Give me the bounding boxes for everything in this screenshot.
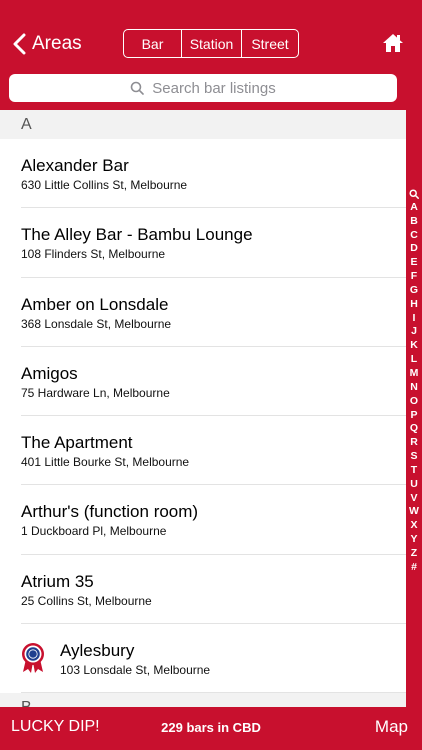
bar-name: Amber on Lonsdale — [21, 294, 169, 314]
index-letter[interactable]: M — [406, 367, 422, 381]
index-letter[interactable]: Z — [406, 547, 422, 561]
index-letter[interactable]: V — [406, 492, 422, 506]
bar-row[interactable]: Amber on Lonsdale 368 Lonsdale St, Melbo… — [0, 277, 406, 348]
bar-name: Aylesbury — [60, 641, 135, 661]
bar-name: Amigos — [21, 363, 78, 383]
bar-address: 630 Little Collins St, Melbourne — [21, 178, 188, 192]
bottom-toolbar: LUCKY DIP! 229 bars in CBD Map — [0, 707, 422, 750]
search-bar: Search bar listings — [0, 66, 406, 110]
bar-address: 75 Hardware Ln, Melbourne — [21, 385, 170, 400]
bar-row[interactable]: Alexander Bar 630 Little Collins St, Mel… — [0, 139, 406, 209]
index-letter[interactable]: C — [406, 229, 422, 243]
segment-bar[interactable]: Bar — [124, 30, 181, 57]
bar-row[interactable]: The Alley Bar - Bambu Lounge 108 Flinder… — [0, 208, 406, 278]
navigation-bar: Areas Bar Station Street — [0, 0, 422, 66]
index-search-icon[interactable] — [406, 187, 422, 201]
section-header-a: A — [0, 110, 406, 139]
bar-address: 25 Collins St, Melbourne — [21, 593, 152, 608]
back-button[interactable]: Areas — [12, 30, 82, 58]
chevron-left-icon — [13, 33, 26, 55]
index-letter[interactable]: P — [406, 409, 422, 423]
bar-address: 368 Lonsdale St, Melbourne — [21, 316, 172, 331]
search-icon — [130, 81, 145, 95]
index-letter[interactable]: Q — [406, 422, 422, 436]
index-letter[interactable]: # — [406, 561, 422, 575]
back-label: Areas — [32, 33, 82, 54]
segment-station[interactable]: Station — [181, 30, 241, 57]
segment-street[interactable]: Street — [241, 30, 298, 57]
bar-count-label: 229 bars in CBD — [161, 720, 261, 735]
bar-row[interactable]: Aylesbury 103 Lonsdale St, Melbourne — [0, 624, 406, 694]
bar-address: 103 Lonsdale St, Melbourne — [60, 663, 211, 678]
bar-row[interactable]: Atrium 35 25 Collins St, Melbourne — [0, 554, 406, 625]
index-letter[interactable]: D — [406, 242, 422, 256]
index-letter[interactable]: F — [406, 270, 422, 284]
index-letter[interactable]: E — [406, 256, 422, 270]
bar-row[interactable]: Arthur's (function room) 1 Duckboard Pl,… — [0, 485, 406, 556]
index-letter[interactable]: K — [406, 339, 422, 353]
index-letter[interactable]: W — [406, 505, 422, 519]
bar-name: Arthur's (function room) — [21, 502, 199, 522]
index-letter[interactable]: H — [406, 298, 422, 312]
index-letter[interactable]: U — [406, 478, 422, 492]
index-letter[interactable]: J — [406, 325, 422, 339]
bar-list[interactable]: A Alexander Bar 630 Little Collins St, M… — [0, 110, 406, 707]
index-letter[interactable]: Y — [406, 533, 422, 547]
search-placeholder: Search bar listings — [152, 79, 276, 97]
bar-name: Alexander Bar — [21, 156, 129, 175]
view-segmented-control: Bar Station Street — [123, 29, 299, 58]
award-ribbon-icon — [22, 643, 44, 674]
index-letter[interactable]: I — [406, 312, 422, 326]
search-input[interactable]: Search bar listings — [9, 74, 397, 102]
home-icon[interactable] — [383, 33, 403, 53]
bar-name: Atrium 35 — [21, 571, 94, 591]
bar-row[interactable]: The Apartment 401 Little Bourke St, Melb… — [0, 416, 406, 486]
section-header-b: B — [0, 693, 406, 707]
index-letter[interactable]: G — [406, 284, 422, 298]
index-letter[interactable]: T — [406, 464, 422, 478]
bar-name: The Apartment — [21, 433, 133, 453]
index-letter[interactable]: O — [406, 395, 422, 409]
search-icon — [409, 189, 419, 199]
bar-address: 401 Little Bourke St, Melbourne — [21, 455, 190, 470]
bar-address: 1 Duckboard Pl, Melbourne — [21, 524, 167, 539]
bar-row[interactable]: Amigos 75 Hardware Ln, Melbourne — [0, 346, 406, 417]
index-letter[interactable]: N — [406, 381, 422, 395]
index-letter[interactable]: L — [406, 353, 422, 367]
section-index-list: A B C D E F G H I J K L M N O P Q R S T U V W X Y Z # — [406, 187, 422, 575]
index-letter[interactable]: X — [406, 519, 422, 533]
index-letter[interactable]: R — [406, 436, 422, 450]
section-index: A B C D E F G H I J K L M N O P Q R S T U V W X Y Z # — [406, 66, 422, 707]
bar-address: 108 Flinders St, Melbourne — [21, 247, 166, 262]
map-button[interactable]: Map — [375, 717, 408, 737]
index-letter[interactable]: A — [406, 201, 422, 215]
bar-name: The Alley Bar - Bambu Lounge — [21, 225, 253, 245]
index-letter[interactable]: S — [406, 450, 422, 464]
index-letter[interactable]: B — [406, 215, 422, 229]
